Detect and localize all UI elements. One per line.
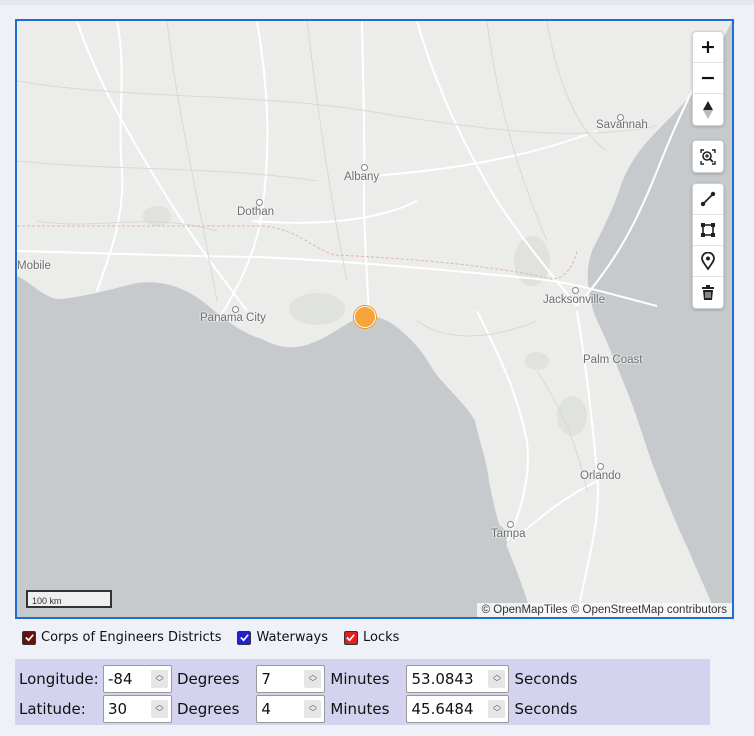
longitude-minutes-input[interactable]: 7 ︿ ﹀ (256, 665, 326, 693)
layer-toggle-districts[interactable]: Corps of Engineers Districts (22, 630, 221, 645)
input-value: 4 (261, 700, 271, 718)
minutes-unit: Minutes (330, 700, 390, 718)
top-strip (0, 0, 754, 5)
input-value: 30 (108, 700, 128, 718)
chevron-down-icon: ﹀ (492, 678, 501, 687)
location-marker[interactable] (354, 306, 376, 328)
draw-control (692, 183, 724, 309)
spinner-arrows[interactable]: ︿ ﹀ (304, 670, 322, 688)
latitude-label: Latitude: (19, 700, 86, 718)
city-dot (617, 114, 624, 121)
chevron-down-icon: ﹀ (155, 678, 164, 687)
layer-toggle-locks[interactable]: Locks (343, 630, 400, 645)
city-dot (507, 521, 514, 528)
spinner-arrows[interactable]: ︿ ﹀ (488, 670, 506, 688)
checkbox[interactable] (343, 630, 358, 645)
map-view[interactable]: Savannah Albany Dothan Mobile Jacksonvil… (15, 19, 734, 619)
compass-button[interactable] (693, 94, 723, 125)
coordinates-panel: Longitude: -84 ︿ ﹀ Degrees 7 ︿ ﹀ Minutes 5… (15, 659, 710, 725)
draw-polygon-icon (701, 223, 715, 237)
seconds-unit: Seconds (514, 700, 578, 718)
seconds-unit: Seconds (514, 670, 578, 688)
city-dot (572, 287, 579, 294)
input-value: 7 (261, 670, 271, 688)
chevron-down-icon: ﹀ (155, 708, 164, 717)
city-dot (361, 164, 368, 171)
navigation-control: + − (692, 31, 724, 126)
latitude-row: Latitude: 30 ︿ ﹀ Degrees 4 ︿ ﹀ Minutes 45.… (19, 694, 595, 724)
city-dot (256, 199, 263, 206)
draw-point-button[interactable] (693, 246, 723, 277)
scale-bar: 100 km (26, 590, 112, 608)
degrees-unit: Degrees (177, 700, 240, 718)
longitude-row: Longitude: -84 ︿ ﹀ Degrees 7 ︿ ﹀ Minutes 5… (19, 664, 595, 694)
map-attribution[interactable]: © OpenMapTiles © OpenStreetMap contribut… (476, 603, 732, 617)
place-label: Mobile (17, 260, 51, 272)
longitude-label: Longitude: (19, 670, 99, 688)
place-label: Palm Coast (583, 354, 643, 366)
spinner-arrows[interactable]: ︿ ﹀ (488, 700, 506, 718)
longitude-seconds-input[interactable]: 53.0843 ︿ ﹀ (406, 665, 510, 693)
compass-icon (703, 100, 713, 119)
chevron-down-icon: ﹀ (492, 708, 501, 717)
check-icon (240, 634, 249, 642)
place-label: Savannah (596, 119, 648, 131)
zoom-box-control (692, 140, 724, 173)
spinner-arrows[interactable]: ︿ ﹀ (151, 700, 168, 718)
chevron-down-icon: ﹀ (308, 708, 317, 717)
draw-polygon-button[interactable] (693, 215, 723, 246)
place-label: Orlando (580, 470, 621, 482)
spinner-arrows[interactable]: ︿ ﹀ (304, 700, 322, 718)
zoom-in-button[interactable]: + (693, 32, 723, 63)
latitude-degrees-input[interactable]: 30 ︿ ﹀ (103, 695, 172, 723)
city-dot (232, 306, 239, 313)
input-value: 53.0843 (411, 670, 474, 688)
layer-label: Waterways (256, 630, 328, 645)
input-value: -84 (108, 670, 133, 688)
place-label: Panama City (200, 312, 266, 324)
latitude-minutes-input[interactable]: 4 ︿ ﹀ (256, 695, 326, 723)
layer-toggles: Corps of Engineers Districts Waterways L… (22, 630, 415, 645)
zoom-box-button[interactable] (693, 141, 723, 172)
zoom-out-button[interactable]: − (693, 63, 723, 94)
place-label: Jacksonville (543, 294, 605, 306)
map-pin-icon (701, 252, 715, 270)
checkbox[interactable] (22, 630, 36, 645)
city-dot (597, 463, 604, 470)
draw-line-icon (700, 191, 716, 207)
longitude-degrees-input[interactable]: -84 ︿ ﹀ (103, 665, 172, 693)
place-label: Tampa (491, 528, 526, 540)
place-label: Albany (344, 171, 380, 183)
latitude-seconds-input[interactable]: 45.6484 ︿ ﹀ (406, 695, 510, 723)
spinner-arrows[interactable]: ︿ ﹀ (151, 670, 168, 688)
minutes-unit: Minutes (330, 670, 390, 688)
input-value: 45.6484 (411, 700, 474, 718)
trash-button[interactable] (693, 277, 723, 308)
layer-toggle-waterways[interactable]: Waterways (237, 630, 328, 645)
zoom-box-icon (700, 148, 716, 165)
chevron-down-icon: ﹀ (308, 678, 317, 687)
check-icon (24, 634, 34, 642)
degrees-unit: Degrees (177, 670, 240, 688)
trash-icon (702, 284, 714, 300)
place-label: Dothan (237, 206, 275, 218)
layer-label: Locks (362, 630, 400, 645)
draw-line-button[interactable] (693, 184, 723, 215)
layer-label: Corps of Engineers Districts (41, 630, 222, 645)
checkbox[interactable] (237, 630, 252, 645)
check-icon (346, 634, 356, 642)
